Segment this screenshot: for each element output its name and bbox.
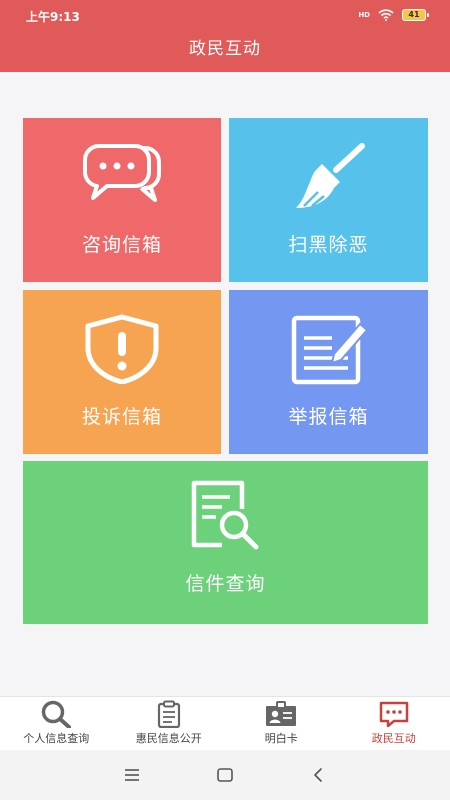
header: 政民互动 (0, 30, 450, 72)
report-mailbox-tile[interactable]: 举报信箱 (229, 290, 428, 454)
document-search-icon (191, 480, 258, 550)
nav-label: 惠民信息公开 (135, 732, 202, 745)
battery-icon: 41 (402, 9, 429, 21)
nav-label: 明白卡 (264, 732, 298, 745)
complaint-mailbox-tile[interactable]: 投诉信箱 (23, 290, 221, 454)
tile-label: 扫黑除恶 (288, 234, 369, 256)
nav-info-card[interactable]: 明白卡 (225, 697, 338, 750)
status-time: 上午9:13 (26, 10, 80, 24)
chat-bubbles-icon (82, 144, 161, 202)
broom-icon (295, 143, 365, 208)
back-icon[interactable] (308, 765, 328, 785)
consult-mailbox-tile[interactable]: 咨询信箱 (23, 118, 221, 282)
message-icon (379, 701, 408, 728)
wifi-icon (378, 9, 394, 21)
system-nav-bar (0, 750, 450, 800)
menu-icon[interactable] (122, 765, 142, 785)
edit-document-icon (291, 315, 368, 385)
status-indicators: HD 41 (358, 8, 429, 22)
nav-interaction[interactable]: 政民互动 (338, 697, 450, 750)
home-icon[interactable] (215, 765, 235, 785)
nav-personal-info-query[interactable]: 个人信息查询 (0, 697, 113, 750)
nav-label: 个人信息查询 (23, 732, 90, 745)
shield-alert-icon (85, 314, 159, 384)
tile-label: 咨询信箱 (81, 234, 162, 256)
search-icon (42, 700, 72, 728)
tile-label: 投诉信箱 (81, 406, 162, 428)
page-title: 政民互动 (189, 39, 261, 59)
hd-signal-icon: HD (358, 10, 370, 19)
tile-label: 信件查询 (185, 573, 266, 595)
letter-query-tile[interactable]: 信件查询 (23, 461, 428, 624)
id-card-icon (266, 701, 297, 726)
anti-crime-tile[interactable]: 扫黑除恶 (229, 118, 428, 282)
tile-label: 举报信箱 (288, 406, 369, 428)
status-bar: 上午9:13 HD 41 (0, 0, 450, 30)
clipboard-icon (157, 700, 180, 728)
nav-public-info[interactable]: 惠民信息公开 (113, 697, 226, 750)
bottom-nav: 个人信息查询 惠民信息公开 明白卡 政民互动 (0, 696, 450, 750)
nav-label: 政民互动 (371, 732, 416, 745)
